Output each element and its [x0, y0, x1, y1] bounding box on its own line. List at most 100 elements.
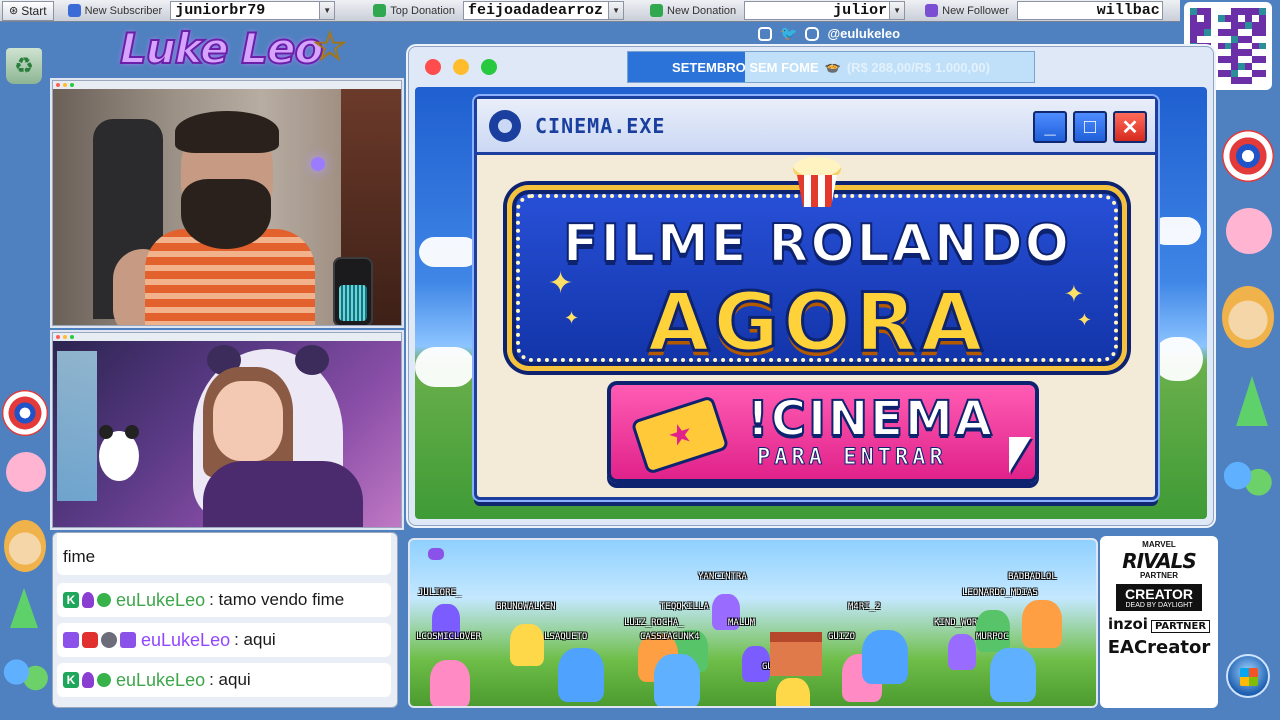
mouse-cursor-icon: [1009, 437, 1031, 473]
partner-badges: MARVEL RIVALS PARTNER CREATOR DEAD BY DA…: [1100, 536, 1218, 708]
chat-username[interactable]: euLukeLeo: [116, 590, 205, 611]
rivals-partner-label: PARTNER: [1139, 571, 1179, 580]
kick-badge-icon: K: [63, 592, 79, 608]
chevron-down-icon[interactable]: ▼: [609, 1, 625, 20]
captain-shield-icon: [1222, 130, 1274, 182]
streamer-hair: [175, 111, 279, 153]
chat-message-text: : aqui: [234, 630, 276, 649]
mic-badge-icon: [82, 672, 94, 688]
viewer-avatar-sprite[interactable]: [654, 654, 700, 706]
verified-badge-icon: [97, 673, 111, 687]
star-icon: ☆: [312, 25, 349, 70]
viewer-name-tag: LUIZ_ROCHA_: [624, 618, 684, 628]
donation-campaign: SETEMBRO SEM FOME: [672, 59, 819, 75]
minimize-dot-icon[interactable]: [63, 83, 67, 87]
close-dot-icon[interactable]: [56, 335, 60, 339]
start-label: Start: [21, 3, 47, 18]
maximize-dot-icon[interactable]: [70, 83, 74, 87]
jigglypuff-icon: [1226, 208, 1272, 254]
new-donation-label: New Donation: [642, 4, 744, 17]
twitch-badge-icon: [63, 632, 79, 648]
viewer-avatar-sprite[interactable]: [558, 648, 604, 702]
wall-light: [311, 157, 325, 171]
viewer-avatar-sprite[interactable]: [948, 634, 976, 670]
new-subscriber-field[interactable]: juniorbr79: [170, 1, 321, 20]
chat-bubble-icon[interactable]: [428, 548, 444, 560]
follower-icon: [925, 4, 939, 17]
minimize-dot-icon[interactable]: [453, 59, 469, 75]
marvel-rivals-logo: RIVALS: [1122, 549, 1197, 573]
ea-creator-badge: EACreator: [1107, 637, 1211, 658]
viewer-avatar-sprite[interactable]: [990, 648, 1036, 702]
viewer-avatar-sprite[interactable]: [976, 610, 1010, 652]
viewer-avatar-sprite[interactable]: [862, 630, 908, 684]
chat-message: euLukeLeo : aqui: [57, 623, 391, 657]
sparkle-icon: ✦: [564, 308, 580, 328]
maximize-dot-icon[interactable]: [70, 335, 74, 339]
top-donation-label: Top Donation: [365, 4, 463, 17]
chat-message-text: : aqui: [209, 670, 251, 689]
recycle-bin-icon[interactable]: ♻: [6, 48, 42, 84]
close-button[interactable]: ✕: [1113, 111, 1147, 143]
chevron-down-icon[interactable]: ▼: [890, 1, 906, 20]
streamer-beard: [181, 179, 271, 249]
chat-message: K euLukeLeo : aqui: [57, 663, 391, 697]
ticket-icon: [630, 395, 730, 475]
cinema-command-button[interactable]: !CINEMA PARA ENTRAR: [607, 381, 1039, 483]
donation-icon: [650, 4, 664, 17]
new-follower-widget: New Follower willbac: [917, 0, 1163, 22]
panda-plush: [99, 425, 139, 481]
viewer-name-tag: CASSIACUNK4: [640, 632, 700, 642]
viewer-name-tag: MALUM: [728, 618, 756, 628]
plumbob-icon: [1236, 376, 1268, 426]
cloud: [1153, 337, 1203, 381]
windows-start-orb-icon[interactable]: [1226, 654, 1270, 698]
youtube-badge-icon: [82, 632, 98, 648]
cinema-command-sub: PARA ENTRAR: [757, 445, 947, 471]
subscriber-badge-icon: [120, 632, 136, 648]
start-button[interactable]: ⊛ Start: [2, 0, 54, 21]
marquee-headline: FILME ROLANDO: [562, 213, 1071, 275]
donation-goal-text: SETEMBRO SEM FOME 🍲 (R$ 288,00/R$ 1.000,…: [628, 52, 1034, 82]
inzoi-partner-badge: inzoi PARTNER: [1108, 615, 1211, 633]
new-subscriber-label: New Subscriber: [60, 4, 171, 17]
instagram-icon[interactable]: [758, 26, 772, 41]
close-dot-icon[interactable]: [56, 83, 60, 87]
popcorn-icon: [789, 157, 845, 207]
close-dot-icon[interactable]: [425, 59, 441, 75]
chat-username[interactable]: euLukeLeo: [141, 630, 230, 651]
jigglypuff-icon: [6, 452, 46, 492]
chat-username[interactable]: euLukeLeo: [116, 670, 205, 691]
cloud: [419, 237, 479, 267]
messenger-icon: [2, 656, 50, 696]
new-follower-field[interactable]: willbac: [1016, 1, 1163, 20]
anime-art-frame: [52, 332, 402, 528]
chevron-down-icon[interactable]: ▼: [320, 1, 336, 20]
viewer-avatar-sprite[interactable]: [1022, 600, 1062, 648]
mic-badge-icon: [82, 592, 94, 608]
top-donation-field[interactable]: feijoadadearroz: [463, 1, 610, 20]
messenger-icon: [1222, 458, 1274, 502]
new-donation-field[interactable]: julior: [744, 1, 891, 20]
twitter-icon[interactable]: 🐦: [780, 25, 797, 42]
new-subscriber-widget: New Subscriber juniorbr79 ▼: [60, 0, 336, 22]
anime-frame-titlebar: [53, 333, 401, 341]
viewer-name-tag: YANCINTRA: [698, 572, 747, 582]
social-links: 🐦 @eulukeleo: [758, 25, 900, 42]
cinema-window: CINEMA.EXE _ □ ✕ FILME ROLANDO AGORA ✦ ✦…: [474, 96, 1158, 500]
maximize-dot-icon[interactable]: [481, 59, 497, 75]
sparkle-icon: ✦: [1063, 281, 1084, 308]
cinema-titlebar: CINEMA.EXE _ □ ✕: [477, 99, 1155, 155]
viewer-avatar-sprite[interactable]: [776, 678, 810, 706]
chat-message-text: : tamo vendo fime: [209, 590, 345, 609]
minimize-button[interactable]: _: [1033, 111, 1067, 143]
kick-badge-icon: K: [63, 672, 79, 688]
now-playing-marquee: FILME ROLANDO AGORA ✦ ✦ ✦ ✦: [507, 185, 1127, 371]
minimize-dot-icon[interactable]: [63, 335, 67, 339]
viewer-avatar-sprite[interactable]: [510, 624, 544, 666]
maximize-button[interactable]: □: [1073, 111, 1107, 143]
viewer-avatar-sprite[interactable]: [430, 660, 470, 706]
new-donation-widget: New Donation julior ▼: [642, 0, 906, 22]
chat-message: fime: [57, 533, 391, 575]
youtube-icon[interactable]: [805, 26, 820, 41]
